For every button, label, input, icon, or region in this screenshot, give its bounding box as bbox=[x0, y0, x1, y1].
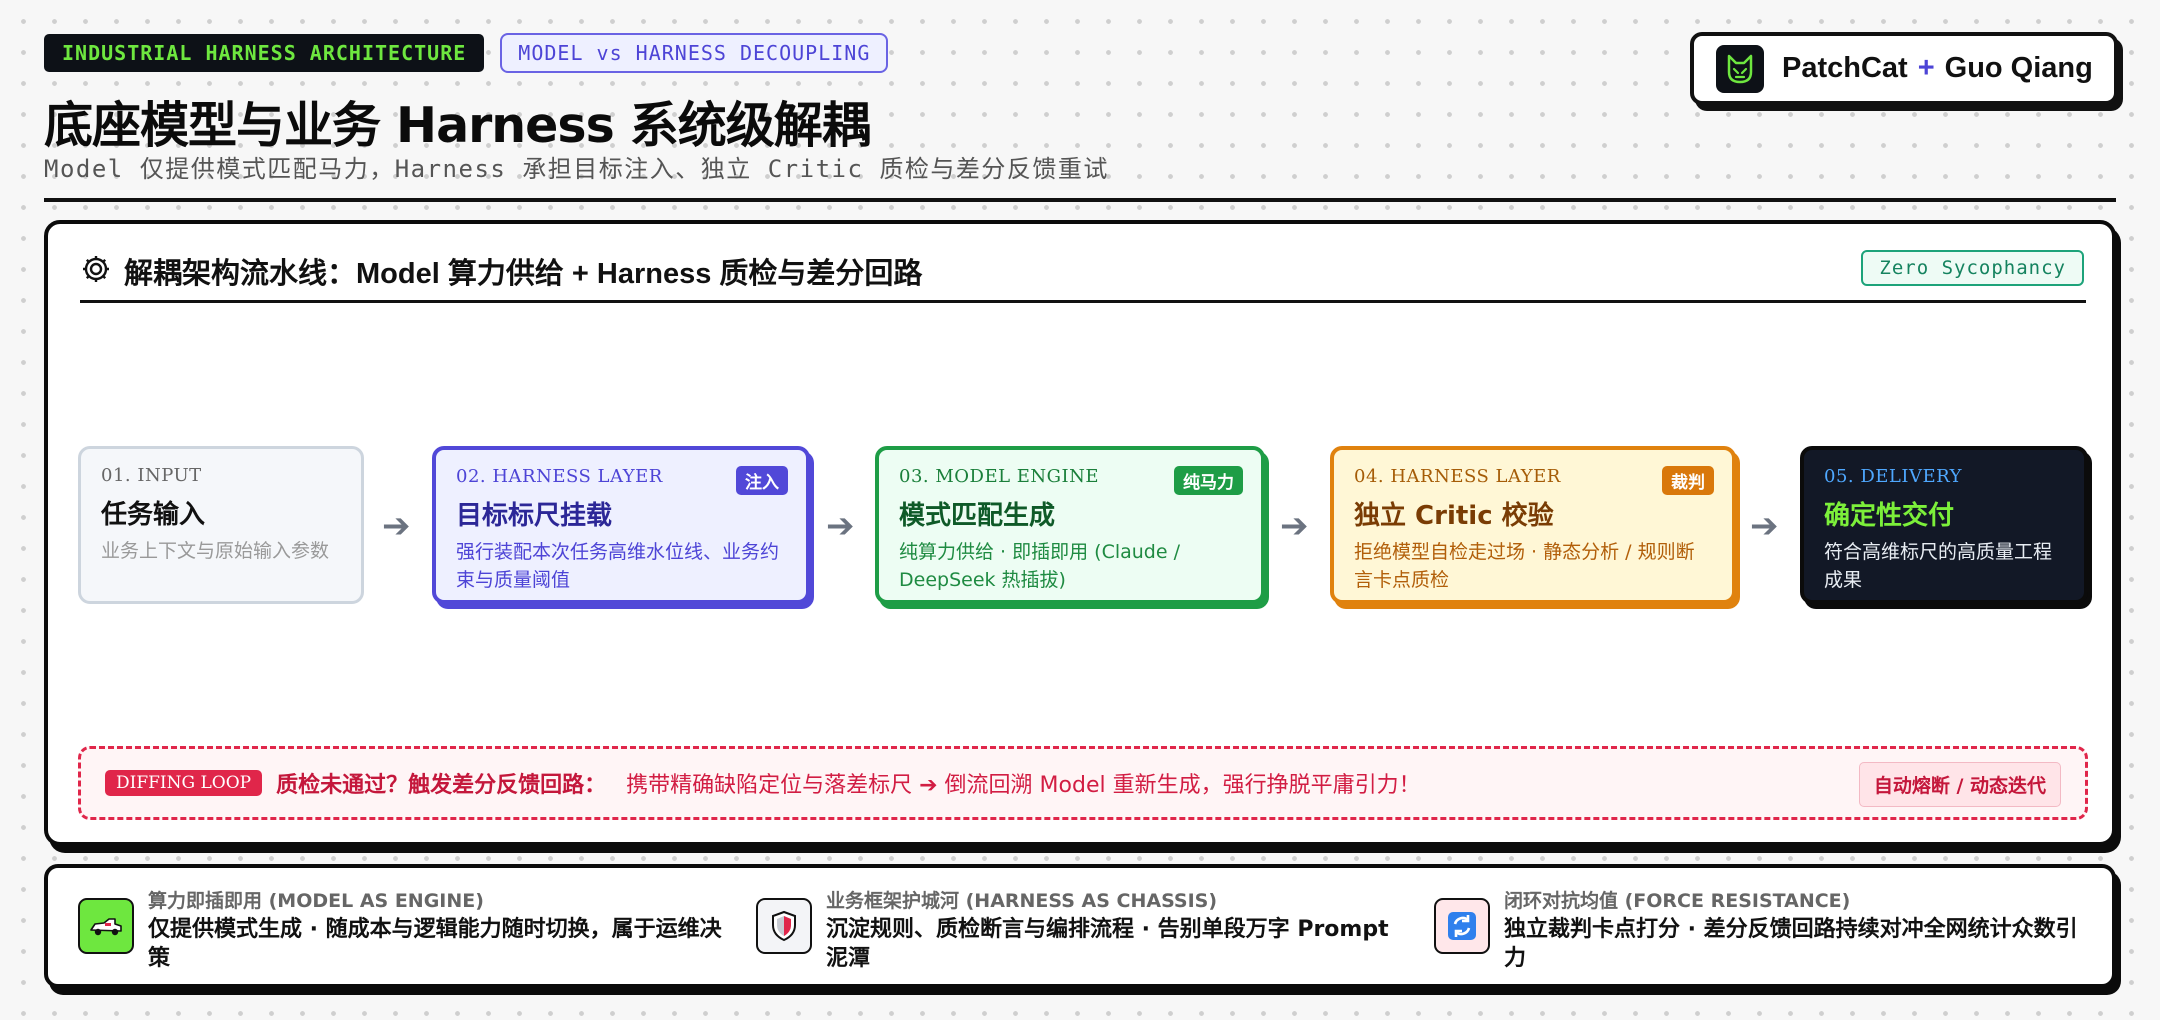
stage-model-engine: 纯马力 03. MODEL ENGINE 模式匹配生成 纯算力供给 · 即插即用… bbox=[875, 446, 1265, 604]
stage-delivery: 05. DELIVERY 确定性交付 符合高维标尺的高质量工程成果 bbox=[1800, 446, 2088, 604]
header-divider bbox=[44, 198, 2116, 202]
cat-icon bbox=[1716, 44, 1764, 93]
panel-header: 解耦架构流水线：Model 算力供给 + Harness 质检与差分回路 bbox=[80, 250, 922, 292]
stage-harness-inject: 注入 02. HARNESS LAYER 目标标尺挂载 强行装配本次任务高维水位… bbox=[432, 446, 810, 604]
stage-number: 05. DELIVERY bbox=[1824, 466, 1963, 487]
stage-title: 确定性交付 bbox=[1824, 501, 1955, 531]
page-title: 底座模型与业务 Harness 系统级解耦 bbox=[44, 97, 871, 154]
stage-number: 01. INPUT bbox=[101, 465, 202, 486]
brand-name-right: Guo Qiang bbox=[1944, 52, 2093, 84]
flow-arrow: ➔ bbox=[1750, 506, 1779, 546]
principle-text: 仅提供模式生成 · 随成本与逻辑能力随时切换，属于运维决策 bbox=[148, 917, 722, 971]
shield-icon bbox=[756, 898, 812, 954]
stage-badge: 纯马力 bbox=[1174, 466, 1243, 495]
stage-badge: 裁判 bbox=[1662, 466, 1714, 495]
brand-plus: + bbox=[1917, 52, 1935, 84]
diffing-loop-title: 质检未通过？触发差分反馈回路： bbox=[276, 773, 607, 798]
auto-iterate-badge: 自动熔断 / 动态迭代 bbox=[1858, 762, 2061, 807]
race-car-icon bbox=[78, 898, 134, 954]
principle-text: 独立裁判卡点打分 · 差分反馈回路持续对冲全网统计众数引力 bbox=[1504, 917, 2078, 971]
brand-name: PatchCat + Guo Qiang bbox=[1782, 52, 2093, 85]
stage-description: 符合高维标尺的高质量工程成果 bbox=[1824, 541, 2053, 591]
refresh-icon bbox=[1434, 898, 1490, 954]
diffing-loop-banner: DIFFING LOOP 质检未通过？触发差分反馈回路： 携带精确缺陷定位与落差… bbox=[78, 746, 2088, 820]
principle-subtitle: 业务框架护城河 (HARNESS AS CHASSIS) bbox=[826, 890, 1218, 912]
principle-subtitle: 算力即插即用 (MODEL AS ENGINE) bbox=[148, 890, 484, 912]
stage-title: 目标标尺挂载 bbox=[456, 501, 613, 531]
principles-footer: 算力即插即用 (MODEL AS ENGINE) 仅提供模式生成 · 随成本与逻… bbox=[44, 864, 2116, 988]
principle-model-engine: 算力即插即用 (MODEL AS ENGINE) 仅提供模式生成 · 随成本与逻… bbox=[78, 886, 728, 973]
stage-badge: 注入 bbox=[736, 466, 788, 495]
principle-force-resistance: 闭环对抗均值 (FORCE RESISTANCE) 独立裁判卡点打分 · 差分反… bbox=[1434, 886, 2084, 973]
header-tags: INDUSTRIAL HARNESS ARCHITECTURE MODEL vs… bbox=[44, 33, 889, 73]
stage-title: 独立 Critic 校验 bbox=[1354, 501, 1554, 531]
stage-description: 业务上下文与原始输入参数 bbox=[101, 540, 330, 562]
stage-input: 01. INPUT 任务输入 业务上下文与原始输入参数 bbox=[78, 446, 364, 604]
decoupling-tag: MODEL vs HARNESS DECOUPLING bbox=[500, 33, 889, 73]
diffing-loop-tag: DIFFING LOOP bbox=[105, 770, 263, 796]
brand-name-left: PatchCat bbox=[1782, 52, 1908, 84]
stage-critic-check: 裁判 04. HARNESS LAYER 独立 Critic 校验 拒绝模型自检… bbox=[1330, 446, 1736, 604]
flow-arrow: ➔ bbox=[826, 506, 855, 546]
diffing-loop-text: 携带精确缺陷定位与落差标尺 ➔ 倒流回溯 Model 重新生成，强行挣脱平庸引力… bbox=[626, 773, 1421, 798]
panel-divider bbox=[80, 300, 2086, 303]
principle-text: 沉淀规则、质检断言与编排流程 · 告别单段万字 Prompt 泥潭 bbox=[826, 917, 1389, 971]
pipeline-panel: 解耦架构流水线：Model 算力供给 + Harness 质检与差分回路 Zer… bbox=[44, 220, 2116, 846]
flow-arrow: ➔ bbox=[382, 506, 411, 546]
architecture-tag: INDUSTRIAL HARNESS ARCHITECTURE bbox=[44, 34, 485, 72]
panel-title: 解耦架构流水线：Model 算力供给 + Harness 质检与差分回路 bbox=[124, 258, 923, 290]
stage-number: 04. HARNESS LAYER bbox=[1354, 466, 1561, 487]
principle-subtitle: 闭环对抗均值 (FORCE RESISTANCE) bbox=[1504, 890, 1851, 912]
gear-icon bbox=[80, 253, 112, 289]
zero-sycophancy-badge: Zero Sycophancy bbox=[1861, 250, 2084, 286]
brand-card: PatchCat + Guo Qiang bbox=[1690, 32, 2118, 105]
stage-description: 强行装配本次任务高维水位线、业务约束与质量阈值 bbox=[456, 541, 780, 591]
stage-description: 拒绝模型自检走过场 · 静态分析 / 规则断言卡点质检 bbox=[1354, 541, 1695, 591]
flow-arrow: ➔ bbox=[1280, 506, 1309, 546]
page-subtitle: Model 仅提供模式匹配马力，Harness 承担目标注入、独立 Critic… bbox=[44, 155, 1109, 183]
principle-harness-chassis: 业务框架护城河 (HARNESS AS CHASSIS) 沉淀规则、质检断言与编… bbox=[756, 886, 1406, 973]
stage-title: 任务输入 bbox=[101, 500, 206, 530]
stage-description: 纯算力供给 · 即插即用 (Claude / DeepSeek 热插拔) bbox=[899, 541, 1180, 591]
stage-title: 模式匹配生成 bbox=[899, 501, 1056, 531]
